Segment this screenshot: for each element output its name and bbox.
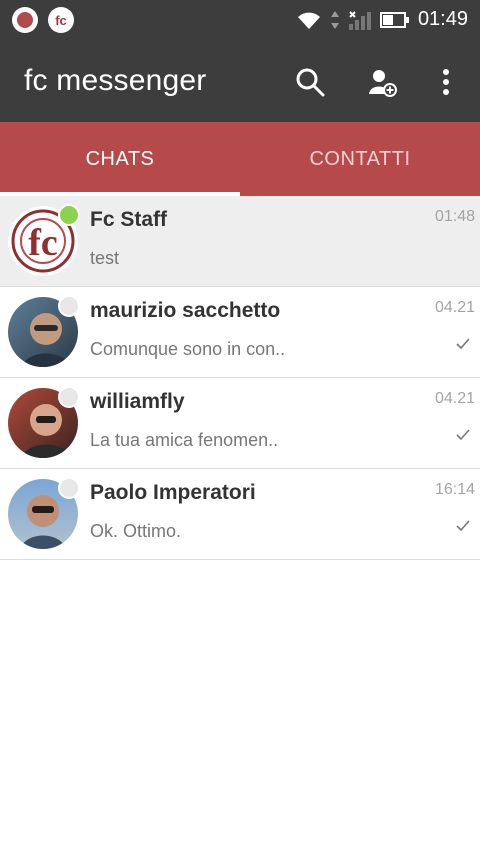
status-bar: fc 01:49 xyxy=(0,0,480,40)
search-button[interactable] xyxy=(290,62,330,102)
chat-row-paolo-imperatori[interactable]: Paolo Imperatori Ok. Ottimo. 16:14 xyxy=(0,469,480,560)
check-icon xyxy=(456,520,470,532)
last-message-preview: Comunque sono in con.. xyxy=(90,339,286,359)
fc-notification-icon: fc xyxy=(48,7,74,33)
overflow-menu-icon xyxy=(443,69,449,95)
chat-list: fc Fc Staff test 01:48 maurizio sacchett… xyxy=(0,196,480,560)
last-message-preview: Ok. Ottimo. xyxy=(90,521,182,541)
message-time: 01:48 xyxy=(434,208,475,225)
contact-name: Fc Staff xyxy=(90,208,168,231)
online-indicator xyxy=(58,204,80,226)
contact-name: Paolo Imperatori xyxy=(90,481,256,504)
offline-indicator xyxy=(58,295,80,317)
contact-name: maurizio sacchetto xyxy=(90,299,281,322)
offline-indicator xyxy=(58,477,80,499)
last-message-preview: La tua amica fenomen.. xyxy=(90,430,279,450)
tab-bar: CHATS CONTATTI xyxy=(0,122,480,196)
data-arrows-icon xyxy=(330,10,339,29)
tab-chats[interactable]: CHATS xyxy=(0,122,240,196)
app-bar: fc messenger xyxy=(0,40,480,122)
chat-row-williamfly[interactable]: williamfly La tua amica fenomen.. 04.21 xyxy=(0,378,480,469)
status-time: 01:49 xyxy=(417,8,468,30)
message-time: 16:14 xyxy=(434,481,475,498)
contact-name: williamfly xyxy=(90,390,185,413)
last-message-preview: test xyxy=(90,248,120,268)
signal-icon xyxy=(348,10,371,30)
message-time: 04.21 xyxy=(434,390,475,407)
tab-contatti[interactable]: CONTATTI xyxy=(240,122,480,196)
svg-text:fc: fc xyxy=(28,222,58,264)
add-contact-button[interactable] xyxy=(362,62,402,102)
battery-icon xyxy=(379,11,409,28)
check-icon xyxy=(456,429,470,441)
add-contact-icon xyxy=(369,70,397,97)
notification-icons: fc xyxy=(12,7,74,33)
search-icon xyxy=(296,68,325,97)
wifi-icon xyxy=(297,12,320,29)
chat-row-fc-staff[interactable]: fc Fc Staff test 01:48 xyxy=(0,196,480,287)
app-notification-icon xyxy=(12,7,38,33)
message-time: 04.21 xyxy=(434,299,475,316)
overflow-menu-button[interactable] xyxy=(426,62,466,102)
check-icon xyxy=(456,338,470,350)
offline-indicator xyxy=(58,386,80,408)
app-title: fc messenger xyxy=(24,64,207,97)
chat-row-maurizio-sacchetto[interactable]: maurizio sacchetto Comunque sono in con.… xyxy=(0,287,480,378)
